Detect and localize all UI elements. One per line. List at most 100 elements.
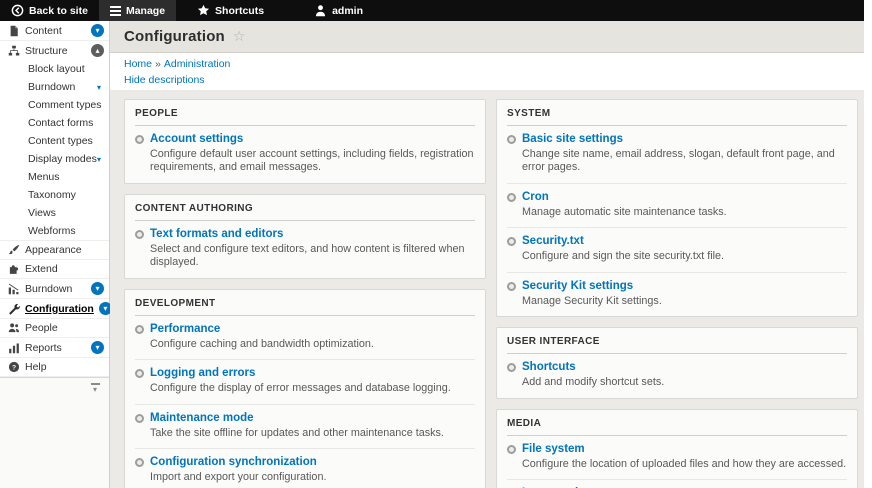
config-item-text-formats: Text formats and editors Select and conf…: [135, 221, 475, 278]
config-description: Configure the display of error messages …: [150, 382, 475, 395]
sidebar-item-extend[interactable]: Extend: [0, 260, 109, 279]
people-icon: [7, 322, 20, 334]
shortcuts-link[interactable]: Shortcuts: [522, 361, 576, 373]
subitem-label: Taxonomy: [28, 189, 105, 201]
sidebar-subitem-contact-forms[interactable]: Contact forms: [0, 114, 109, 132]
panel-people: PEOPLE Account settings Configure defaul…: [124, 99, 486, 184]
config-description: Take the site offline for updates and ot…: [150, 427, 475, 440]
circle-bullet-icon: [507, 193, 516, 202]
favorite-star-icon[interactable]: ☆: [233, 28, 246, 45]
sidebar-subitem-content-types[interactable]: Content types: [0, 132, 109, 150]
config-description: Change site name, email address, slogan,…: [522, 148, 847, 175]
toolbar-orientation-toggle[interactable]: ▾: [89, 382, 101, 396]
config-description: Import and export your configuration.: [150, 471, 475, 484]
circle-bullet-icon: [507, 135, 516, 144]
sidebar-subitem-block-layout[interactable]: Block layout: [0, 60, 109, 78]
basic-site-settings-link[interactable]: Basic site settings: [522, 133, 623, 145]
section-title: SYSTEM: [507, 100, 847, 126]
config-item-performance: Performance Configure caching and bandwi…: [135, 316, 475, 360]
config-item-image-styles: Image styles Configure styles that can b…: [507, 480, 847, 488]
puzzle-icon: [7, 263, 20, 275]
hide-descriptions-link[interactable]: Hide descriptions: [124, 74, 205, 86]
star-icon: [197, 4, 210, 17]
text-formats-link[interactable]: Text formats and editors: [150, 228, 283, 240]
sidebar-item-label: Structure: [25, 45, 86, 57]
config-description: Manage Security Kit settings.: [522, 295, 847, 308]
user-menu[interactable]: admin: [303, 0, 374, 21]
help-circle-icon: ?: [7, 361, 20, 373]
security-txt-link[interactable]: Security.txt: [522, 235, 584, 247]
chevron-down-icon[interactable]: ▾: [91, 341, 104, 354]
security-kit-link[interactable]: Security Kit settings: [522, 280, 633, 292]
account-settings-link[interactable]: Account settings: [150, 133, 243, 145]
chevron-up-icon[interactable]: ▴: [91, 44, 104, 57]
caret-down-icon[interactable]: ▾: [97, 155, 105, 164]
hamburger-icon: [110, 6, 121, 16]
sidebar-subitem-display-modes[interactable]: Display modes▾: [0, 150, 109, 168]
sidebar-item-label: Appearance: [25, 244, 104, 256]
circle-bullet-icon: [135, 325, 144, 334]
panel-content-authoring: CONTENT AUTHORING Text formats and edito…: [124, 194, 486, 279]
file-icon: [7, 25, 20, 37]
sidebar-subitem-taxonomy[interactable]: Taxonomy: [0, 186, 109, 204]
sidebar-subitem-menus[interactable]: Menus: [0, 168, 109, 186]
chevron-down-icon[interactable]: ▾: [91, 24, 104, 37]
sitemap-icon: [7, 45, 20, 57]
logging-errors-link[interactable]: Logging and errors: [150, 367, 255, 379]
sidebar-item-label: Burndown: [25, 283, 86, 295]
sidebar-item-structure[interactable]: Structure ▴: [0, 41, 109, 60]
subitem-label: Content types: [28, 135, 105, 147]
subitem-label: Contact forms: [28, 117, 105, 129]
config-item-cron: Cron Manage automatic site maintenance t…: [507, 184, 847, 228]
config-panels-region: PEOPLE Account settings Configure defaul…: [110, 90, 864, 488]
sidebar-subitem-burndown[interactable]: Burndown▾: [0, 78, 109, 96]
sidebar-item-content[interactable]: Content ▾: [0, 21, 109, 41]
sidebar-item-configuration[interactable]: Configuration ▾: [0, 299, 109, 319]
brush-icon: [7, 244, 20, 256]
breadcrumb-home-link[interactable]: Home: [124, 58, 152, 70]
right-column: SYSTEM Basic site settings Change site n…: [496, 99, 858, 488]
sidebar-item-help[interactable]: ? Help: [0, 358, 109, 377]
page-header: Configuration ☆: [110, 21, 864, 53]
cron-link[interactable]: Cron: [522, 191, 549, 203]
maintenance-mode-link[interactable]: Maintenance mode: [150, 412, 254, 424]
panel-system: SYSTEM Basic site settings Change site n…: [496, 99, 858, 317]
section-title: DEVELOPMENT: [135, 290, 475, 316]
manage-tab[interactable]: Manage: [99, 0, 176, 21]
config-item-shortcuts: Shortcuts Add and modify shortcut sets.: [507, 354, 847, 397]
sidebar-subitem-comment-types[interactable]: Comment types: [0, 96, 109, 114]
back-arrow-icon: [11, 4, 24, 17]
sidebar-subitem-views[interactable]: Views: [0, 204, 109, 222]
performance-link[interactable]: Performance: [150, 323, 220, 335]
breadcrumb-administration-link[interactable]: Administration: [164, 58, 231, 70]
back-to-site-label: Back to site: [29, 5, 88, 17]
shortcuts-tab[interactable]: Shortcuts: [186, 0, 275, 21]
sidebar-item-burndown[interactable]: Burndown ▾: [0, 279, 109, 299]
wrench-icon: [7, 303, 20, 315]
sidebar-item-label: Help: [25, 361, 104, 373]
sidebar-item-label: Configuration: [25, 303, 94, 315]
sidebar-subitem-webforms[interactable]: Webforms: [0, 222, 109, 241]
sidebar-item-appearance[interactable]: Appearance: [0, 241, 109, 260]
section-title: MEDIA: [507, 410, 847, 436]
config-item-security-txt: Security.txt Configure and sign the site…: [507, 228, 847, 272]
circle-bullet-icon: [507, 363, 516, 372]
caret-down-icon[interactable]: ▾: [97, 83, 105, 92]
config-description: Add and modify shortcut sets.: [522, 376, 847, 389]
circle-bullet-icon: [135, 458, 144, 467]
circle-bullet-icon: [135, 135, 144, 144]
file-system-link[interactable]: File system: [522, 443, 585, 455]
config-description: Configure default user account settings,…: [150, 148, 475, 175]
main-region: Configuration ☆ Home»Administration Hide…: [110, 21, 864, 488]
circle-bullet-icon: [135, 230, 144, 239]
chevron-down-icon[interactable]: ▾: [91, 282, 104, 295]
subitem-label: Block layout: [28, 63, 105, 75]
config-item-file-system: File system Configure the location of up…: [507, 436, 847, 480]
config-sync-link[interactable]: Configuration synchronization: [150, 456, 317, 468]
sidebar-item-people[interactable]: People: [0, 319, 109, 338]
drupal-admin-app: Back to site Manage Shortcuts admin: [0, 0, 864, 488]
sidebar-item-reports[interactable]: Reports ▾: [0, 338, 109, 358]
back-to-site-button[interactable]: Back to site: [0, 0, 99, 21]
section-title: PEOPLE: [135, 100, 475, 126]
config-item-security-kit: Security Kit settings Manage Security Ki…: [507, 273, 847, 316]
